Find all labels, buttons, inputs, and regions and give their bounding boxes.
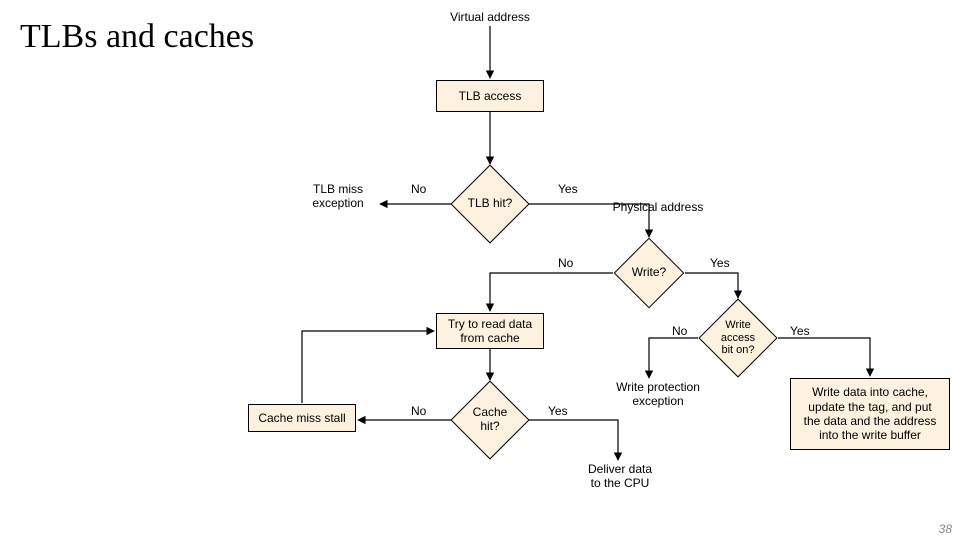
decision-write-access-bit: Write accessbit on? <box>710 310 766 366</box>
edge-write-no: No <box>558 256 573 270</box>
decision-write: Write? <box>624 248 674 298</box>
decision-tlb-hit: TLB hit? <box>462 176 518 232</box>
label-tlb-miss-exception: TLB missexception <box>298 182 378 211</box>
label-virtual-address: Virtual address <box>430 10 550 24</box>
box-try-read-cache: Try to read datafrom cache <box>436 313 544 349</box>
page-number: 38 <box>939 522 952 536</box>
edge-tlb-hit-yes: Yes <box>558 182 578 196</box>
edge-write-yes: Yes <box>710 256 730 270</box>
label-physical-address: Physical address <box>598 200 718 214</box>
decision-cache-hit: Cache hit? <box>462 392 518 448</box>
page-title: TLBs and caches <box>20 18 254 56</box>
box-tlb-access: TLB access <box>436 80 544 112</box>
decision-write-access-bit-label: Write accessbit on? <box>710 310 766 366</box>
edge-write-access-yes: Yes <box>790 324 810 338</box>
label-deliver-data: Deliver datato the CPU <box>570 462 670 491</box>
label-write-protection-exception: Write protectionexception <box>598 380 718 409</box>
slide: TLBs and caches Virtual address TLB acce… <box>0 0 960 540</box>
edge-cache-hit-no: No <box>411 404 426 418</box>
decision-cache-hit-label: Cache hit? <box>462 392 518 448</box>
box-write-data: Write data into cache,update the tag, an… <box>790 378 950 450</box>
box-cache-miss-stall: Cache miss stall <box>248 404 356 432</box>
edge-cache-hit-yes: Yes <box>548 404 568 418</box>
edge-tlb-hit-no: No <box>411 182 426 196</box>
decision-tlb-hit-label: TLB hit? <box>462 176 518 232</box>
decision-write-label: Write? <box>624 248 674 298</box>
edge-write-access-no: No <box>672 324 687 338</box>
